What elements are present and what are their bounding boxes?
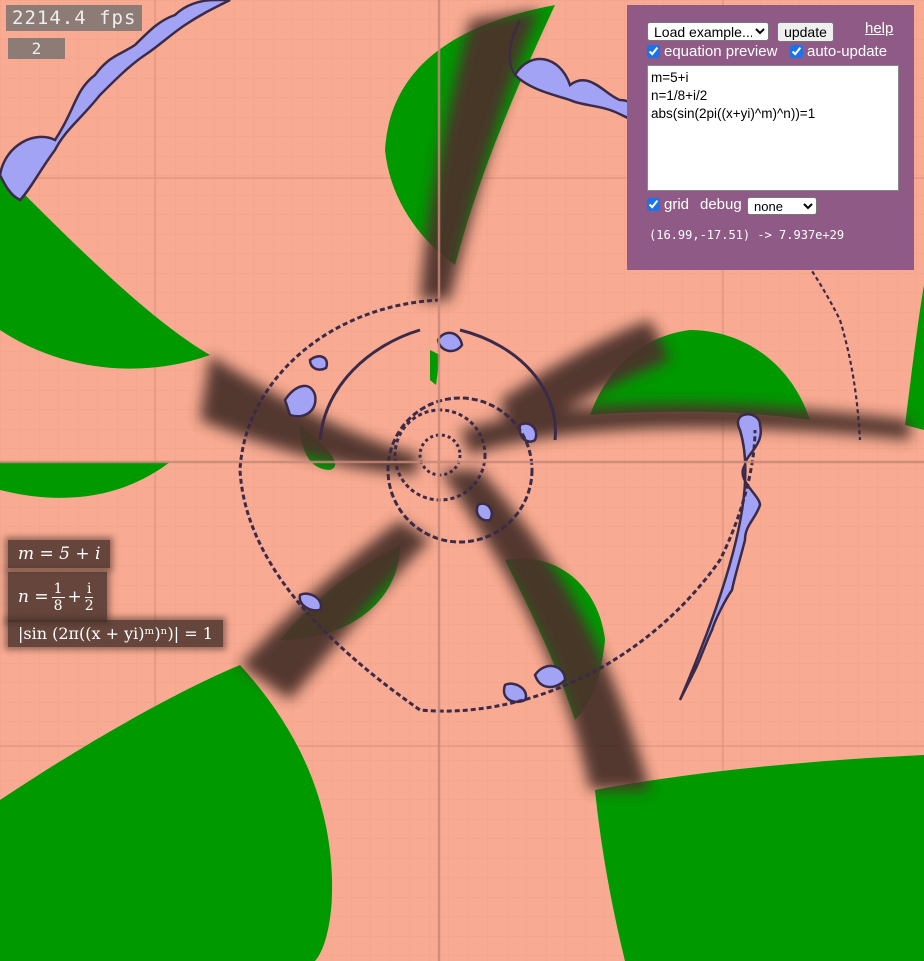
auto-update-checkbox[interactable] [790, 45, 803, 58]
frame-counter: 2 [8, 38, 65, 59]
cursor-readout: (16.99,-17.51) -> 7.937e+29 [649, 228, 845, 242]
equation-preview-line-3: |sin (2π((x + yi)ᵐ)ⁿ)| = 1 [8, 620, 223, 647]
equation-preview-label: equation preview [664, 43, 778, 60]
equation-preview-checkbox[interactable] [647, 45, 660, 58]
debug-label: debug [700, 196, 742, 213]
help-link[interactable]: help [865, 20, 893, 37]
equation-preview-toggle[interactable]: equation preview [647, 43, 777, 60]
debug-select[interactable]: none [747, 197, 817, 215]
eq2-frac-1-den: 8 [53, 597, 63, 614]
fps-counter: 2214.4 fps [6, 5, 143, 31]
grid-toggle[interactable]: grid [647, 196, 689, 213]
example-select[interactable]: Load example... [647, 22, 769, 41]
equation-preview-line-1: m = 5 + i [8, 540, 111, 568]
grid-label: grid [664, 196, 690, 213]
eq2-frac-2-num: i [85, 580, 94, 598]
grid-checkbox[interactable] [647, 198, 660, 211]
eq2-frac-1-num: 1 [51, 580, 65, 598]
equation-preview-line-2: n = 1 8 + i 2 [8, 572, 107, 622]
update-button[interactable]: update [777, 22, 834, 42]
eq2-lhs: n = [18, 587, 49, 607]
eq2-plus: + [67, 587, 82, 607]
auto-update-label: auto-update [807, 43, 888, 60]
eq2-frac-1: 1 8 [51, 580, 65, 614]
eq2-frac-2-den: 2 [84, 597, 94, 614]
equation-input[interactable] [647, 65, 899, 191]
eq2-frac-2: i 2 [85, 581, 94, 614]
control-panel: Load example... update help equation pre… [627, 5, 914, 270]
auto-update-toggle[interactable]: auto-update [790, 43, 887, 60]
